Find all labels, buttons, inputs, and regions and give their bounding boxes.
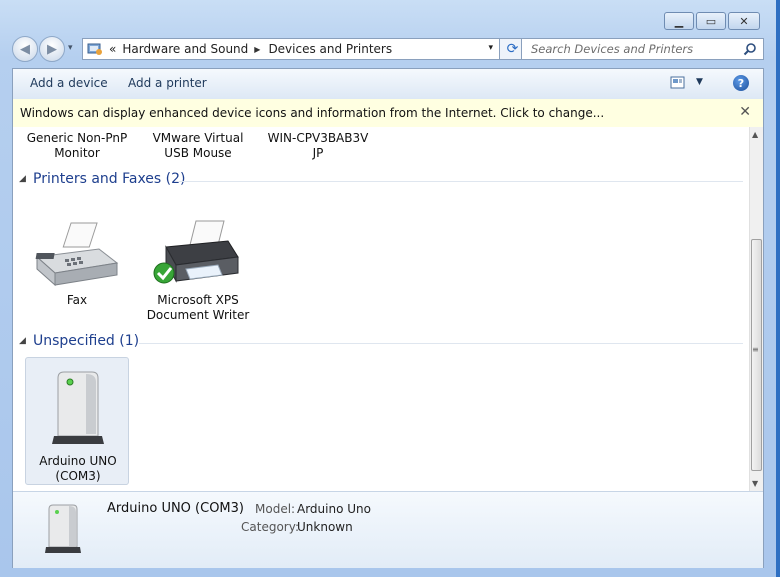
explorer-client: Add a device Add a printer ▼ ? Windows c…: [12, 68, 764, 568]
window-edge: [776, 0, 780, 577]
generic-device-icon: [45, 504, 81, 553]
scrollbar-thumb[interactable]: [751, 239, 762, 471]
change-view-icon[interactable]: [670, 76, 686, 90]
view-options-dropdown-icon[interactable]: ▼: [696, 77, 703, 87]
collapse-triangle-icon[interactable]: ◢: [19, 336, 26, 346]
details-model-value: Arduino Uno: [297, 502, 371, 516]
device-generic-monitor[interactable]: Generic Non-PnP Monitor: [25, 131, 129, 161]
breadcrumb-devices-and-printers[interactable]: Devices and Printers: [268, 42, 392, 56]
close-button[interactable]: ✕: [728, 12, 760, 30]
group-header-unspecified[interactable]: ◢ Unspecified (1): [19, 333, 743, 353]
device-label: Document Writer: [146, 308, 250, 322]
group-header-printers[interactable]: ◢ Printers and Faxes (2): [19, 171, 743, 191]
information-bar[interactable]: Windows can display enhanced device icon…: [13, 99, 763, 128]
device-label: Fax: [66, 293, 88, 307]
device-arduino-uno[interactable]: Arduino UNO (COM3): [25, 357, 129, 485]
group-title: Unspecified (1): [33, 333, 140, 349]
printer-icon: [153, 220, 239, 284]
details-model-label: Model:: [255, 502, 296, 516]
fax-icon: [35, 222, 119, 287]
device-label: Generic Non-PnP: [26, 131, 128, 145]
devices-view: Generic Non-PnP Monitor VMware Virtual U…: [13, 127, 749, 491]
history-dropdown-icon[interactable]: ▾: [68, 43, 73, 53]
forward-button[interactable]: ▶: [39, 36, 65, 62]
device-label: Microsoft XPS: [157, 293, 239, 307]
add-device-button[interactable]: Add a device: [30, 76, 108, 90]
minimize-button[interactable]: ▁: [664, 12, 694, 30]
collapse-triangle-icon[interactable]: ◢: [19, 174, 26, 184]
breadcrumb-hardware-and-sound[interactable]: Hardware and Sound: [122, 42, 248, 56]
address-bar[interactable]: « Hardware and Sound ▶ Devices and Print…: [82, 38, 500, 60]
control-panel-icon: [87, 43, 102, 55]
infobar-message[interactable]: Windows can display enhanced device icon…: [20, 106, 604, 120]
help-icon[interactable]: ?: [733, 75, 749, 91]
command-bar: Add a device Add a printer ▼ ?: [13, 69, 763, 100]
search-input[interactable]: [529, 41, 738, 57]
address-dropdown-icon[interactable]: ▾: [488, 43, 493, 53]
navigation-bar: ◀ ▶ ▾ « Hardware and Sound ▶ Devices and…: [12, 36, 772, 62]
group-title: Printers and Faxes (2): [33, 171, 186, 187]
device-label: Arduino UNO: [39, 454, 117, 468]
device-fax[interactable]: Fax: [25, 217, 129, 308]
device-label: VMware Virtual: [152, 131, 244, 145]
device-label: (COM3): [55, 469, 101, 483]
infobar-close-icon[interactable]: ✕: [739, 104, 751, 120]
add-printer-button[interactable]: Add a printer: [128, 76, 207, 90]
group-divider: [179, 181, 743, 182]
group-divider: [139, 343, 743, 344]
scroll-down-icon[interactable]: ▼: [752, 479, 758, 488]
device-vmware-mouse[interactable]: VMware Virtual USB Mouse: [146, 131, 250, 161]
scroll-up-icon[interactable]: ▲: [752, 130, 758, 139]
details-device-name: Arduino UNO (COM3): [107, 501, 244, 516]
vertical-scrollbar[interactable]: ▲ ≡ ▼: [749, 127, 763, 491]
breadcrumb-separator-icon[interactable]: ▶: [254, 45, 260, 54]
device-computer[interactable]: WIN-CPV3BAB3V JP: [266, 131, 370, 161]
device-label: Monitor: [54, 146, 100, 160]
scrollbar-grip-icon: ≡: [752, 345, 759, 354]
device-xps-writer[interactable]: Microsoft XPS Document Writer: [146, 217, 250, 323]
device-label: JP: [312, 146, 324, 160]
back-button[interactable]: ◀: [12, 36, 38, 62]
search-box: [521, 38, 764, 60]
breadcrumb-overflow[interactable]: «: [109, 42, 116, 56]
details-pane: Arduino UNO (COM3) Model: Arduino Uno Ca…: [13, 491, 763, 568]
details-category-value: Unknown: [297, 520, 353, 534]
device-label: USB Mouse: [164, 146, 232, 160]
maximize-button[interactable]: ▭: [696, 12, 726, 30]
details-category-label: Category:: [241, 520, 299, 534]
caption-buttons: ▁ ▭ ✕: [664, 12, 760, 30]
generic-device-icon: [52, 371, 104, 444]
search-icon[interactable]: [743, 42, 757, 56]
device-label: WIN-CPV3BAB3V: [267, 131, 369, 145]
